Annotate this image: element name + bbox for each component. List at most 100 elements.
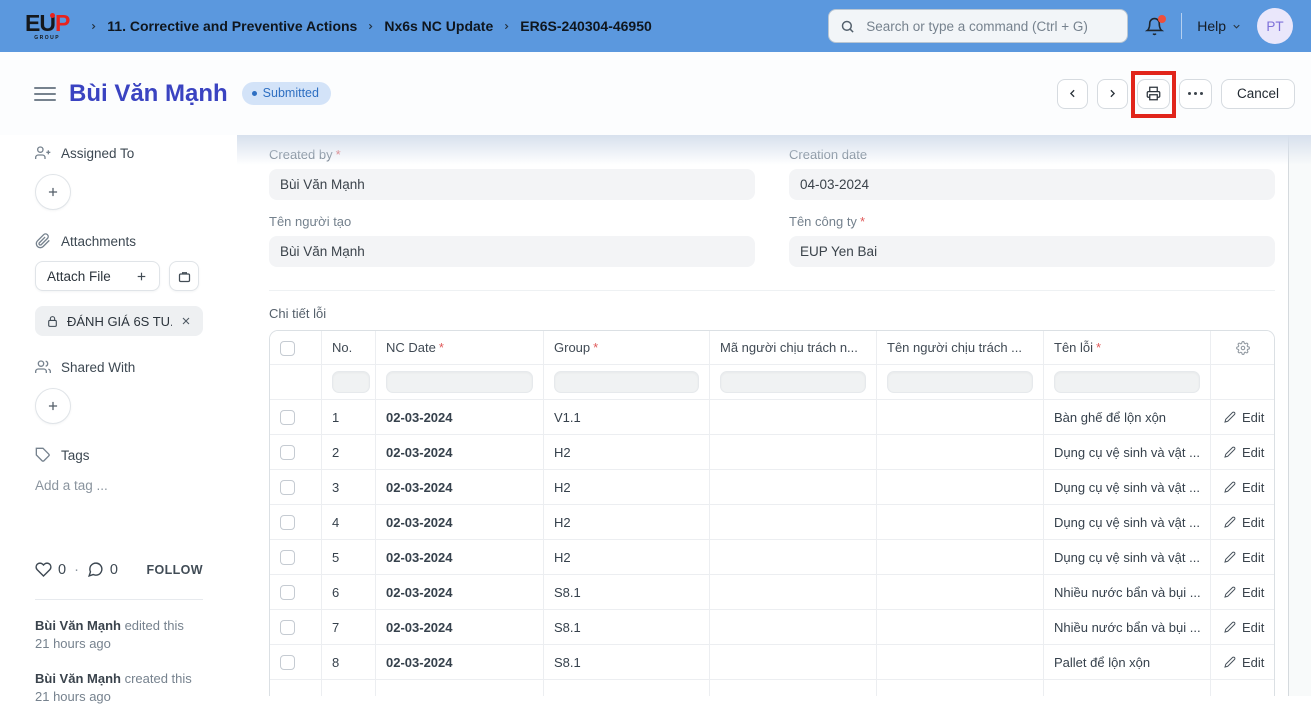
breadcrumb-item[interactable]: Nx6s NC Update <box>384 18 493 34</box>
form-body: Created by * Bùi Văn Mạnh Creation date 0… <box>237 135 1288 696</box>
notifications-button[interactable] <box>1143 14 1167 38</box>
resp-name-cell <box>877 575 1044 610</box>
attach-file-button[interactable]: Attach File <box>35 261 160 291</box>
attachment-item[interactable]: ĐÁNH GIÁ 6S TU. <box>35 306 203 336</box>
attachment-library-button[interactable] <box>169 261 199 291</box>
row-checkbox[interactable] <box>280 480 295 496</box>
prev-record-button[interactable] <box>1056 78 1088 109</box>
select-all-checkbox[interactable] <box>280 340 295 356</box>
child-table: No. NC Date * Group * Mã người chịu trách … <box>269 330 1275 696</box>
nc-date-cell: 02-03-2024 <box>376 540 544 575</box>
field-ten-cong-ty: Tên công ty * EUP Yen Bai <box>789 214 1275 267</box>
row-checkbox[interactable] <box>280 550 295 566</box>
add-share-button[interactable] <box>35 388 71 424</box>
row-checkbox[interactable] <box>280 515 295 531</box>
column-header-resp-name: Tên người chịu trách ... <box>887 340 1023 355</box>
field-value-ten-nguoi-tao[interactable]: Bùi Văn Mạnh <box>269 236 755 267</box>
filter-input-nc-date[interactable] <box>386 371 533 393</box>
resp-name-cell <box>877 540 1044 575</box>
search-input[interactable] <box>864 17 1117 35</box>
activity-entry: Bùi Văn Mạnh created this 21 hours ago <box>35 670 203 706</box>
filter-input-resp-name[interactable] <box>887 371 1033 393</box>
status-badge: Submitted <box>241 82 331 105</box>
edit-row-button[interactable]: Edit <box>1221 410 1264 425</box>
table-row: 5 02-03-2024 H2 Dụng cụ vệ sinh và vật .… <box>270 540 1274 575</box>
activity-entry: Bùi Văn Mạnh edited this 21 hours ago <box>35 617 203 653</box>
field-created-by: Created by * Bùi Văn Mạnh <box>269 147 755 200</box>
edit-row-button[interactable]: Edit <box>1221 585 1264 600</box>
nc-date-cell: 02-03-2024 <box>376 575 544 610</box>
remove-attachment-icon[interactable] <box>180 315 192 327</box>
field-value-ten-cong-ty[interactable]: EUP Yen Bai <box>789 236 1275 267</box>
filter-input-no[interactable] <box>332 371 370 393</box>
avatar[interactable]: PT <box>1257 8 1293 44</box>
required-mark: * <box>335 147 341 162</box>
ellipsis-icon <box>1187 92 1203 95</box>
edit-row-button[interactable]: Edit <box>1221 515 1264 530</box>
resp-code-cell <box>710 470 877 505</box>
filter-input-error-name[interactable] <box>1054 371 1200 393</box>
tags-label: Tags <box>61 447 90 463</box>
breadcrumb: 11. Corrective and Preventive Actions Nx… <box>89 18 652 34</box>
row-checkbox[interactable] <box>280 655 295 671</box>
column-header-group: Group <box>554 340 591 355</box>
search-bar[interactable] <box>828 9 1129 43</box>
sidebar-toggle-icon[interactable] <box>34 85 56 103</box>
paperclip-icon <box>35 233 50 249</box>
filter-input-group[interactable] <box>554 371 699 393</box>
group-cell: S8.1 <box>544 575 710 610</box>
required-mark: * <box>859 214 865 229</box>
error-name-cell: Dụng cụ vệ sinh và vật ... <box>1044 435 1211 470</box>
page-header: Bùi Văn Mạnh Submitted Cancel <box>0 52 1311 135</box>
row-checkbox[interactable] <box>280 445 295 461</box>
field-value-creation-date[interactable]: 04-03-2024 <box>789 169 1275 200</box>
edit-row-button[interactable]: Edit <box>1221 550 1264 565</box>
row-number: 7 <box>322 610 376 645</box>
cancel-button[interactable]: Cancel <box>1220 78 1295 109</box>
table-header-row: No. NC Date * Group * Mã người chịu trách … <box>270 331 1274 365</box>
table-row: 2 02-03-2024 H2 Dụng cụ vệ sinh và vật .… <box>270 435 1274 470</box>
row-checkbox[interactable] <box>280 585 295 601</box>
pencil-icon <box>1224 411 1236 423</box>
follow-button[interactable]: FOLLOW <box>146 563 203 577</box>
heart-icon[interactable] <box>35 561 52 578</box>
pencil-icon <box>1224 656 1236 668</box>
row-number: 3 <box>322 470 376 505</box>
edit-row-button[interactable]: Edit <box>1221 620 1264 635</box>
activity-user: Bùi Văn Mạnh <box>35 671 121 686</box>
breadcrumb-item[interactable]: ER6S-240304-46950 <box>520 18 652 34</box>
add-tag-input[interactable]: Add a tag ... <box>35 478 203 493</box>
edit-row-button[interactable]: Edit <box>1221 445 1264 460</box>
more-actions-button[interactable] <box>1178 78 1212 109</box>
navbar-divider <box>1181 13 1183 39</box>
edit-row-button[interactable]: Edit <box>1221 480 1264 495</box>
error-name-cell: Dụng cụ vệ sinh và vật ... <box>1044 540 1211 575</box>
field-value-created-by[interactable]: Bùi Văn Mạnh <box>269 169 755 200</box>
gear-icon[interactable] <box>1235 340 1250 355</box>
column-header-resp-code: Mã người chịu trách n... <box>720 340 858 355</box>
row-checkbox[interactable] <box>280 620 295 636</box>
breadcrumb-item[interactable]: 11. Corrective and Preventive Actions <box>107 18 357 34</box>
scrollbar-track[interactable] <box>1288 135 1311 696</box>
filter-input-resp-code[interactable] <box>720 371 866 393</box>
field-creation-date: Creation date 04-03-2024 <box>789 147 1275 200</box>
resp-name-cell <box>877 505 1044 540</box>
likes-count: 0 <box>58 561 67 578</box>
row-checkbox[interactable] <box>280 410 295 426</box>
resp-name-cell <box>877 400 1044 435</box>
help-menu[interactable]: Help <box>1197 18 1242 34</box>
chevron-right-icon <box>502 20 511 33</box>
chevron-right-icon <box>89 20 98 33</box>
print-button[interactable] <box>1136 78 1170 109</box>
attachments-section: Attachments <box>35 233 203 249</box>
error-name-cell: Dụng cụ vệ sinh và vật ... <box>1044 505 1211 540</box>
plus-icon <box>137 272 146 280</box>
group-cell: S8.1 <box>544 645 710 680</box>
search-icon <box>841 20 854 33</box>
app-logo[interactable]: EU P GROUP <box>25 11 70 41</box>
edit-row-button[interactable]: Edit <box>1221 655 1264 670</box>
add-assignment-button[interactable] <box>35 174 71 210</box>
nc-date-cell: 02-03-2024 <box>376 645 544 680</box>
next-record-button[interactable] <box>1096 78 1128 109</box>
comment-icon[interactable] <box>87 561 104 578</box>
